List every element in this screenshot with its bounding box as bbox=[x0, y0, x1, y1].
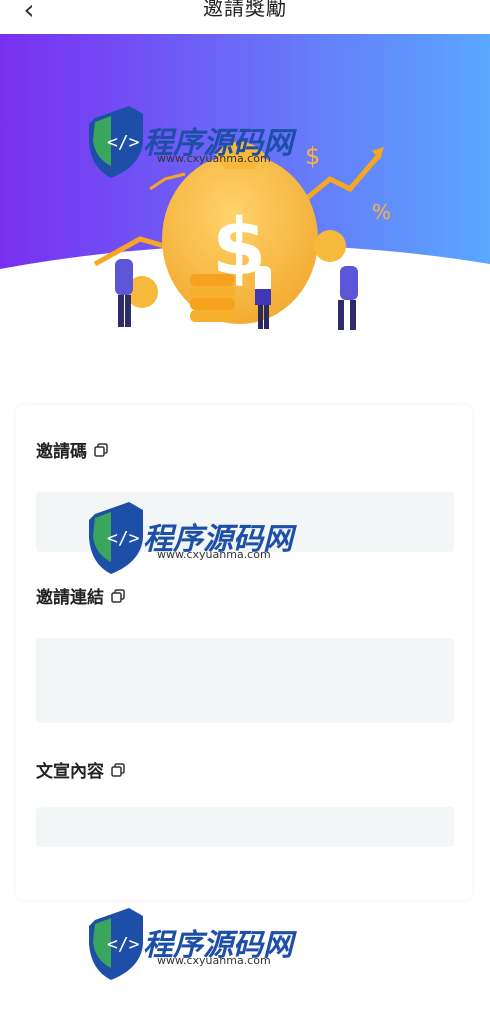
watermark-logo: </> 程序源码网 www.cxyuanma.com bbox=[85, 492, 315, 587]
hero-banner: $ % $ bbox=[0, 34, 490, 364]
invite-code-label: 邀請碼 bbox=[36, 437, 109, 462]
banner-illustration: $ % $ bbox=[0, 34, 490, 330]
svg-text:</>: </> bbox=[107, 934, 140, 955]
svg-text:</>: </> bbox=[107, 132, 140, 153]
promo-content-label: 文宣內容 bbox=[36, 757, 126, 782]
watermark-url: www.cxyuanma.com bbox=[157, 152, 271, 165]
invite-link-field[interactable] bbox=[36, 638, 454, 723]
invite-card: 邀請碼 邀請連結 文宣內容 bbox=[16, 405, 472, 900]
watermark-logo: </> 程序源码网 www.cxyuanma.com bbox=[85, 96, 315, 191]
navbar: ‹ 邀請獎勵 bbox=[0, 0, 490, 34]
copy-icon[interactable] bbox=[110, 588, 126, 604]
svg-text:%: % bbox=[372, 200, 391, 224]
copy-icon[interactable] bbox=[93, 442, 109, 458]
watermark-logo: </> 程序源码网 www.cxyuanma.com bbox=[85, 898, 315, 993]
watermark-url: www.cxyuanma.com bbox=[157, 548, 271, 561]
watermark-url: www.cxyuanma.com bbox=[157, 954, 271, 967]
promo-content-field[interactable] bbox=[36, 807, 454, 847]
copy-icon[interactable] bbox=[110, 762, 126, 778]
page-title: 邀請獎勵 bbox=[203, 0, 287, 20]
svg-text:</>: </> bbox=[107, 528, 140, 549]
